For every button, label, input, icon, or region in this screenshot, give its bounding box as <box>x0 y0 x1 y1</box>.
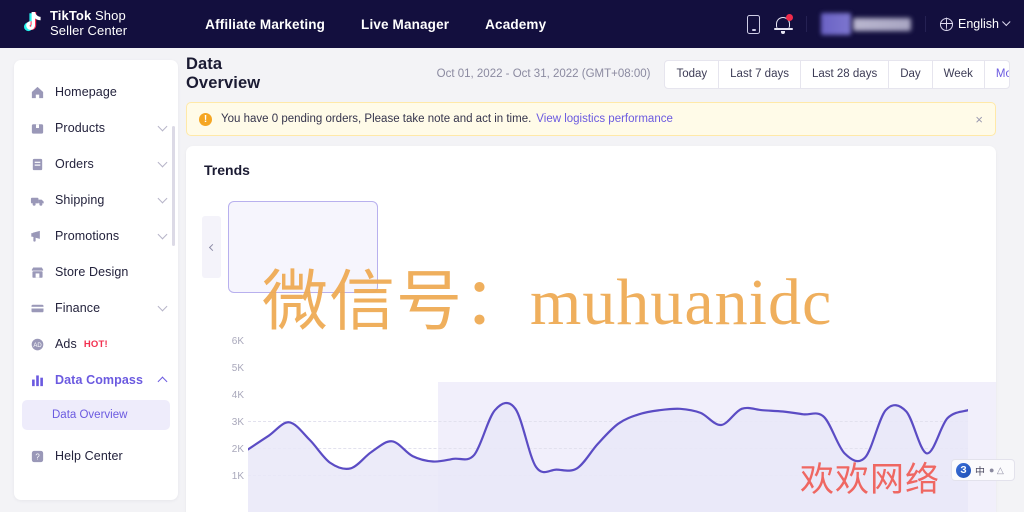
header-actions: English <box>747 0 1011 48</box>
avatar <box>821 13 851 35</box>
top-header: TikTok Shop Seller Center Affiliate Mark… <box>0 0 1024 48</box>
date-range-label: Oct 01, 2022 - Oct 31, 2022 (GMT+08:00) <box>436 68 651 80</box>
nav-live-manager[interactable]: Live Manager <box>361 17 449 32</box>
alert-text: You have 0 pending orders, Please take n… <box>221 113 532 125</box>
chevron-down-icon <box>1002 17 1011 27</box>
brand-logo[interactable]: TikTok Shop Seller Center <box>18 9 127 38</box>
sidebar-item-homepage[interactable]: Homepage <box>14 74 178 110</box>
svg-text:?: ? <box>35 452 40 461</box>
y-tick-label: 6K <box>231 336 244 347</box>
chevron-down-icon <box>157 121 168 131</box>
range-day[interactable]: Day <box>889 60 933 88</box>
sogou-ime-icon <box>956 462 971 478</box>
ime-extra-icons[interactable]: ● △ <box>989 465 1004 476</box>
y-tick-label: 5K <box>231 363 244 374</box>
status-badge: HOT! <box>83 338 108 350</box>
chevron-down-icon <box>157 301 168 311</box>
megaphone-icon <box>31 230 40 242</box>
sidebar-subitem-label: Data Overview <box>52 409 128 421</box>
range-last-28-days[interactable]: Last 28 days <box>801 60 890 88</box>
notification-bell-icon[interactable] <box>773 14 793 34</box>
sidebar-item-label: Help Center <box>55 449 123 463</box>
box-icon <box>31 123 44 134</box>
sidebar-scrollbar[interactable] <box>172 126 175 246</box>
range-last-7-days[interactable]: Last 7 days <box>719 60 801 88</box>
chart-y-axis: 6K 5K 4K 3K 2K 1K <box>216 336 244 512</box>
sidebar-item-label: Homepage <box>55 85 117 99</box>
close-icon[interactable]: × <box>975 113 983 126</box>
range-month[interactable]: Month <box>985 61 1009 88</box>
app-root: TikTok Shop Seller Center Affiliate Mark… <box>0 0 1024 512</box>
sidebar-item-store-design[interactable]: Store Design <box>14 254 178 290</box>
y-tick-label: 1K <box>231 471 244 482</box>
brand-name-rest: Shop <box>91 8 126 24</box>
chevron-down-icon <box>157 229 168 239</box>
y-tick-label: 4K <box>231 390 244 401</box>
ime-toolbar[interactable]: 中 ● △ <box>951 459 1015 481</box>
chevron-up-icon <box>157 376 168 386</box>
globe-icon <box>939 17 953 31</box>
mobile-phone-icon[interactable] <box>747 14 760 34</box>
truck-icon <box>30 197 44 206</box>
home-icon <box>31 86 44 98</box>
bar-chart-icon <box>32 374 43 386</box>
y-tick-label: 2K <box>231 444 244 455</box>
user-account-area[interactable] <box>821 13 911 35</box>
tiktok-note-icon <box>18 10 44 38</box>
chevron-down-icon <box>157 157 168 167</box>
brand-text: TikTok Shop Seller Center <box>50 9 127 38</box>
page-header: Data Overview Oct 01, 2022 - Oct 31, 202… <box>186 55 1010 92</box>
carousel-prev-button[interactable] <box>202 216 221 278</box>
trends-title: Trends <box>204 162 250 178</box>
sidebar-item-label: Store Design <box>55 265 129 279</box>
language-selector[interactable]: English <box>939 17 1011 31</box>
y-tick-label: 3K <box>231 417 244 428</box>
sidebar-item-label: Data Compass <box>55 373 144 387</box>
language-label: English <box>958 17 999 31</box>
watermark-orange: 微信号：muhuanidc <box>262 266 833 339</box>
nav-affiliate-marketing[interactable]: Affiliate Marketing <box>205 17 325 32</box>
sidebar-item-label: Products <box>55 121 106 135</box>
divider <box>806 16 807 32</box>
sidebar-item-data-compass[interactable]: Data Compass <box>14 362 178 398</box>
sidebar-item-label: Ads <box>55 337 77 351</box>
receipt-icon <box>32 158 43 170</box>
svg-text:AD: AD <box>33 342 42 348</box>
chevron-left-icon <box>208 243 217 251</box>
warning-icon <box>199 112 212 126</box>
brand-name-bold: TikTok <box>50 8 92 24</box>
sidebar-item-orders[interactable]: Orders <box>14 146 178 182</box>
sidebar-item-promotions[interactable]: Promotions <box>14 218 178 254</box>
nav-academy[interactable]: Academy <box>485 17 546 32</box>
ads-icon: AD <box>31 338 44 350</box>
range-today[interactable]: Today <box>665 60 720 88</box>
divider <box>925 16 926 32</box>
range-week[interactable]: Week <box>933 60 985 88</box>
sidebar-subitem-data-overview[interactable]: Data Overview <box>22 400 170 430</box>
sidebar-item-label: Promotions <box>55 229 120 243</box>
username-blurred <box>853 17 911 31</box>
sidebar-item-label: Finance <box>55 301 101 315</box>
watermark-red: 欢欢网络 <box>800 462 940 499</box>
sidebar-item-help-center[interactable]: ? Help Center <box>14 438 178 474</box>
sidebar: Homepage Products Orders Shipping Promot… <box>14 60 178 500</box>
top-navigation: Affiliate Marketing Live Manager Academy <box>205 17 546 32</box>
help-icon: ? <box>31 450 44 462</box>
sidebar-item-label: Orders <box>55 157 94 171</box>
ime-mode-label[interactable]: 中 <box>975 463 985 478</box>
sidebar-item-shipping[interactable]: Shipping <box>14 182 178 218</box>
chevron-down-icon <box>157 193 168 203</box>
date-range-tabs: Today Last 7 days Last 28 days Day Week … <box>664 59 1010 89</box>
sidebar-item-label: Shipping <box>55 193 105 207</box>
sidebar-item-finance[interactable]: Finance <box>14 290 178 326</box>
storefront-icon <box>31 266 44 278</box>
card-icon <box>31 304 44 312</box>
sidebar-item-ads[interactable]: AD Ads HOT! <box>14 326 178 362</box>
sidebar-item-products[interactable]: Products <box>14 110 178 146</box>
page-title: Data Overview <box>186 55 261 92</box>
brand-subtitle: Seller Center <box>50 23 128 38</box>
notification-dot <box>786 14 793 21</box>
pending-orders-alert: You have 0 pending orders, Please take n… <box>186 102 996 136</box>
view-logistics-performance-link[interactable]: View logistics performance <box>536 113 673 125</box>
